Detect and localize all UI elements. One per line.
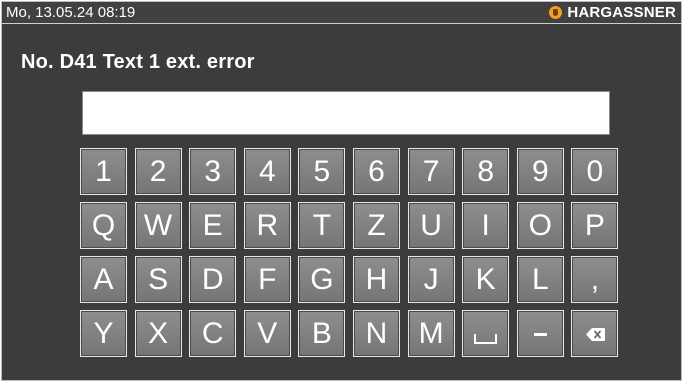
key-l[interactable]: L bbox=[516, 256, 564, 303]
key-u[interactable]: U bbox=[407, 202, 455, 249]
key-2[interactable]: 2 bbox=[134, 148, 182, 195]
key-x[interactable]: X bbox=[134, 310, 182, 357]
key-label: 0 bbox=[586, 155, 604, 188]
key-7[interactable]: 7 bbox=[407, 148, 455, 195]
key-w[interactable]: W bbox=[134, 202, 182, 249]
key-d[interactable]: D bbox=[189, 256, 237, 303]
key-p[interactable]: P bbox=[571, 202, 619, 249]
dialog-title: No. D41 Text 1 ext. error bbox=[21, 51, 255, 73]
key-label: U bbox=[420, 209, 442, 242]
key-label: E bbox=[202, 209, 223, 242]
key-label: M bbox=[418, 317, 444, 350]
key-label: W bbox=[143, 209, 173, 242]
key-9[interactable]: 9 bbox=[516, 148, 564, 195]
key-0[interactable]: 0 bbox=[571, 148, 619, 195]
key-label: X bbox=[148, 317, 169, 350]
key-label: L bbox=[531, 263, 549, 296]
key-dash[interactable] bbox=[516, 310, 564, 357]
key-label: A bbox=[93, 263, 114, 296]
key-label: V bbox=[257, 317, 278, 350]
backspace-icon bbox=[586, 328, 606, 341]
key-label: Q bbox=[91, 209, 116, 242]
key-m[interactable]: M bbox=[407, 310, 455, 357]
status-bar: Mo, 13.05.24 08:19 HARGASSNER bbox=[2, 2, 681, 24]
key-4[interactable]: 4 bbox=[243, 148, 291, 195]
key-f[interactable]: F bbox=[243, 256, 291, 303]
key-label: R bbox=[256, 209, 279, 242]
key-label: 1 bbox=[95, 155, 112, 188]
key-8[interactable]: 8 bbox=[462, 148, 510, 195]
key-label: F bbox=[258, 263, 277, 296]
key-label: 6 bbox=[368, 155, 385, 188]
key-5[interactable]: 5 bbox=[298, 148, 346, 195]
key-3[interactable]: 3 bbox=[189, 148, 237, 195]
key-label: J bbox=[423, 263, 439, 296]
key-space[interactable] bbox=[462, 310, 510, 357]
key-6[interactable]: 6 bbox=[353, 148, 400, 195]
key-h[interactable]: H bbox=[353, 256, 400, 303]
datetime-label: Mo, 13.05.24 08:19 bbox=[6, 4, 136, 21]
key-label: O bbox=[528, 209, 552, 242]
key-n[interactable]: N bbox=[353, 310, 400, 357]
key-r[interactable]: R bbox=[243, 202, 291, 249]
hargassner-flame-icon bbox=[549, 6, 563, 19]
key-label: 5 bbox=[313, 155, 331, 188]
key-v[interactable]: V bbox=[243, 310, 291, 357]
brand-name: HARGASSNER bbox=[567, 4, 676, 21]
key-b[interactable]: B bbox=[298, 310, 346, 357]
key-1[interactable]: 1 bbox=[80, 148, 127, 195]
key-i[interactable]: I bbox=[462, 202, 510, 249]
key-label: , bbox=[590, 263, 600, 296]
key-label: 4 bbox=[258, 155, 276, 188]
key-label: 9 bbox=[531, 155, 549, 188]
space-bar-icon bbox=[474, 334, 498, 344]
key-label: P bbox=[584, 209, 605, 242]
key-label: N bbox=[365, 317, 388, 350]
key-label: 8 bbox=[477, 155, 495, 188]
key-backspace[interactable] bbox=[571, 310, 619, 357]
key-label: H bbox=[365, 263, 388, 296]
key-o[interactable]: O bbox=[516, 202, 564, 249]
key-q[interactable]: Q bbox=[80, 202, 127, 249]
key-z[interactable]: Z bbox=[353, 202, 400, 249]
key-a[interactable]: A bbox=[80, 256, 127, 303]
key-k[interactable]: K bbox=[462, 256, 510, 303]
key-label: 3 bbox=[204, 155, 222, 188]
key-label: G bbox=[310, 263, 334, 296]
keyboard-dialog: Mo, 13.05.24 08:19 HARGASSNER No. D41 Te… bbox=[1, 1, 682, 381]
key-e[interactable]: E bbox=[189, 202, 237, 249]
key-j[interactable]: J bbox=[407, 256, 455, 303]
key-label: C bbox=[201, 317, 224, 350]
key-label: D bbox=[201, 263, 224, 296]
screen: Mo, 13.05.24 08:19 HARGASSNER No. D41 Te… bbox=[0, 0, 684, 382]
key-label: K bbox=[475, 263, 496, 296]
key-label: B bbox=[311, 317, 332, 350]
key-y[interactable]: Y bbox=[80, 310, 127, 357]
key-label: Y bbox=[93, 317, 114, 350]
key-label: T bbox=[312, 209, 332, 242]
key-label: Z bbox=[367, 209, 386, 242]
dash-symbol bbox=[533, 333, 547, 336]
text-input-field[interactable] bbox=[82, 91, 610, 135]
key-label: 7 bbox=[422, 155, 440, 188]
key-label: 2 bbox=[149, 155, 167, 188]
key-g[interactable]: G bbox=[298, 256, 346, 303]
brand: HARGASSNER bbox=[549, 4, 676, 21]
key-s[interactable]: S bbox=[134, 256, 182, 303]
key-label: I bbox=[481, 209, 490, 242]
key-comma[interactable]: , bbox=[571, 256, 619, 303]
key-t[interactable]: T bbox=[298, 202, 346, 249]
key-label: S bbox=[148, 263, 169, 296]
key-c[interactable]: C bbox=[189, 310, 237, 357]
